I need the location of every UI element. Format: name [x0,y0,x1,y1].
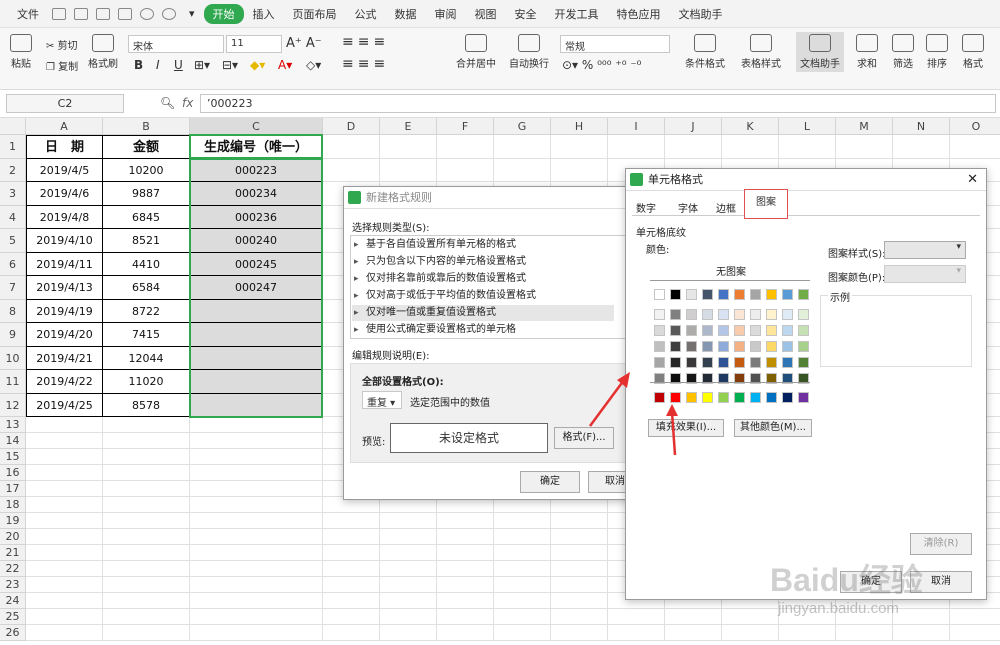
baidu-watermark: Baidu经验 [770,562,923,598]
watermark-url: jingyan.baidu.com [778,600,899,617]
arrow-head [666,404,678,416]
arrow-to-red-swatch [670,411,677,456]
annotation-arrows [588,372,678,456]
arrow-to-dialog [588,379,626,427]
